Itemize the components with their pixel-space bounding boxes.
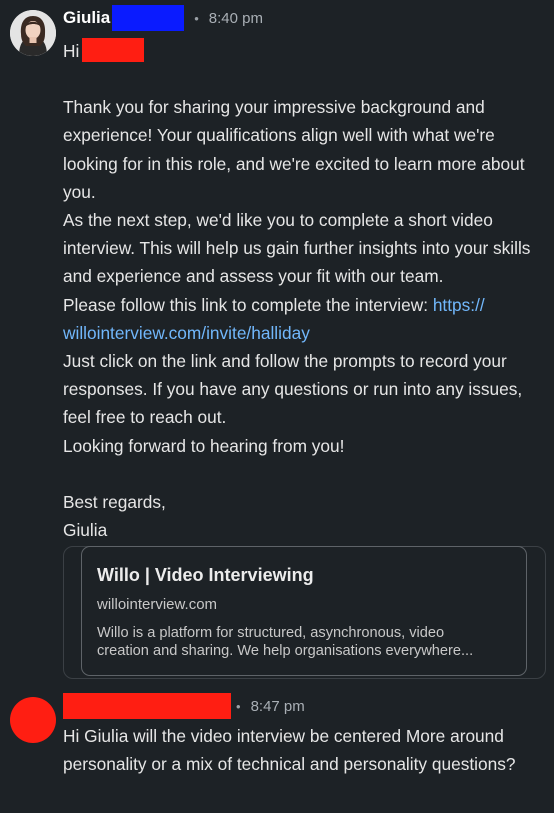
paragraph: Thank you for sharing your impressive ba… <box>63 97 525 202</box>
preview-title: Willo | Video Interviewing <box>97 565 314 585</box>
signature: Giulia <box>63 520 108 541</box>
paragraph: Please follow this link to complete the … <box>63 294 485 343</box>
redacted-recipient-name <box>82 38 145 62</box>
paragraph: Just click on the link and follow the pr… <box>63 351 523 428</box>
message-time: 8:40 pm <box>208 9 263 27</box>
message-body: Hi Thank you for sharing your impressive… <box>63 37 543 544</box>
profile-photo-icon <box>10 10 56 56</box>
message-body: Hi Giulia will the video interview be ce… <box>63 722 543 778</box>
sender-name[interactable]: Giulia <box>63 8 110 28</box>
greeting-line: Hi <box>63 37 543 65</box>
message-header: Giulia • 8:40 pm <box>63 5 263 31</box>
redacted-sender-name <box>63 693 231 719</box>
avatar-user[interactable] <box>10 697 56 743</box>
message-header: • 8:47 pm <box>63 693 305 719</box>
paragraph: Hi Giulia will the video interview be ce… <box>63 726 516 775</box>
separator-dot: • <box>236 698 241 714</box>
paragraph: As the next step, we'd like you to compl… <box>63 210 531 287</box>
separator-dot: • <box>194 10 199 26</box>
message-time: 8:47 pm <box>250 697 305 715</box>
preview-domain: willointerview.com <box>97 596 218 613</box>
paragraph: Looking forward to hearing from you! <box>63 435 345 456</box>
preview-description: Willo is a platform for structured, asyn… <box>97 625 474 659</box>
avatar-giulia[interactable] <box>10 10 56 56</box>
redacted-surname <box>112 5 185 31</box>
link-preview-card[interactable]: Willo | Video Interviewing willointervie… <box>81 546 527 676</box>
signoff: Best regards, <box>63 491 166 512</box>
